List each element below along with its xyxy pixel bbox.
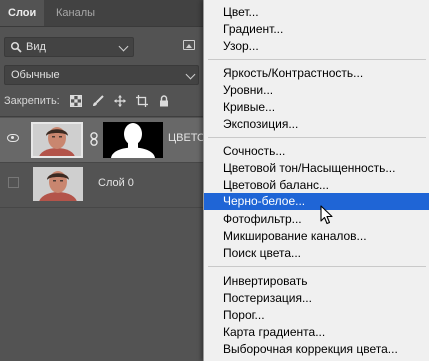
lock-label: Закрепить: — [4, 95, 60, 107]
menu-item-brightness-contrast[interactable]: Яркость/Контрастность... — [204, 65, 429, 82]
lock-all-icon[interactable] — [158, 95, 170, 107]
brush-icon[interactable] — [92, 95, 104, 107]
layer-row-selected[interactable]: ЦВЕТО — [0, 118, 206, 163]
artboard-lock-icon[interactable] — [136, 95, 148, 107]
layer-mask-thumbnail[interactable] — [103, 122, 163, 158]
search-icon — [10, 41, 22, 53]
tab-layers[interactable]: Слои — [0, 0, 45, 26]
eye-icon[interactable] — [7, 134, 19, 142]
menu-item-levels[interactable]: Уровни... — [204, 82, 429, 99]
visibility-toggle[interactable] — [8, 177, 19, 188]
layer-thumbnail[interactable] — [31, 122, 83, 158]
layer-filter-dropdown[interactable]: Вид — [4, 37, 134, 57]
menu-item-pattern[interactable]: Узор... — [204, 38, 429, 55]
menu-item-color-lookup[interactable]: Поиск цвета... — [204, 245, 429, 262]
menu-separator — [208, 59, 426, 60]
menu-item-selective-color[interactable]: Выборочная коррекция цвета... — [204, 341, 429, 358]
portrait-image — [33, 167, 83, 201]
mask-link-icon[interactable] — [90, 132, 98, 146]
blend-mode-value: Обычные — [11, 69, 60, 81]
photoshop-window: Слои Каналы Вид Обычные Закрепить: ЦВЕТО… — [0, 0, 429, 361]
menu-item-vibrance[interactable]: Сочность... — [204, 143, 429, 160]
menu-item-posterize[interactable]: Постеризация... — [204, 290, 429, 307]
layer-row[interactable]: Слой 0 — [0, 163, 205, 208]
panel-divider — [0, 116, 205, 117]
menu-item-channel-mixer[interactable]: Микширование каналов... — [204, 228, 429, 245]
move-icon[interactable] — [114, 95, 126, 107]
mouse-pointer-icon — [320, 205, 333, 225]
image-filter-icon[interactable] — [183, 40, 195, 50]
panel-tabbar: Слои Каналы — [0, 0, 205, 27]
menu-item-gradient[interactable]: Градиент... — [204, 21, 429, 38]
menu-item-threshold[interactable]: Порог... — [204, 307, 429, 324]
menu-item-invert[interactable]: Инвертировать — [204, 273, 429, 290]
layer-filter-value: Вид — [26, 41, 46, 53]
menu-separator — [208, 266, 426, 267]
menu-item-hue-saturation[interactable]: Цветовой тон/Насыщенность... — [204, 160, 429, 177]
lock-transparent-pixels-icon[interactable] — [70, 95, 82, 107]
lock-row: Закрепить: — [4, 94, 204, 110]
portrait-image — [33, 124, 81, 156]
menu-item-gradient-map[interactable]: Карта градиента... — [204, 324, 429, 341]
menu-item-exposure[interactable]: Экспозиция... — [204, 116, 429, 133]
menu-separator — [208, 137, 426, 138]
tab-channels[interactable]: Каналы — [48, 0, 103, 26]
chevron-down-icon — [118, 41, 129, 52]
menu-item-solid-color[interactable]: Цвет... — [204, 4, 429, 21]
layer-thumbnail[interactable] — [33, 167, 83, 201]
layer-name[interactable]: ЦВЕТО — [168, 132, 206, 144]
layers-panel: Слои Каналы Вид Обычные Закрепить: ЦВЕТО… — [0, 0, 206, 361]
menu-item-curves[interactable]: Кривые... — [204, 99, 429, 116]
blend-mode-dropdown[interactable]: Обычные — [4, 65, 199, 85]
menu-item-black-white[interactable]: Черно-белое... — [204, 193, 429, 210]
menu-item-color-balance[interactable]: Цветовой баланс... — [204, 177, 429, 194]
layer-name[interactable]: Слой 0 — [98, 177, 134, 189]
chevron-down-icon — [185, 69, 196, 80]
mask-silhouette — [103, 122, 163, 158]
adjustment-layer-menu: Цвет... Градиент... Узор... Яркость/Конт… — [203, 0, 429, 361]
menu-item-photo-filter[interactable]: Фотофильтр... — [204, 211, 429, 228]
